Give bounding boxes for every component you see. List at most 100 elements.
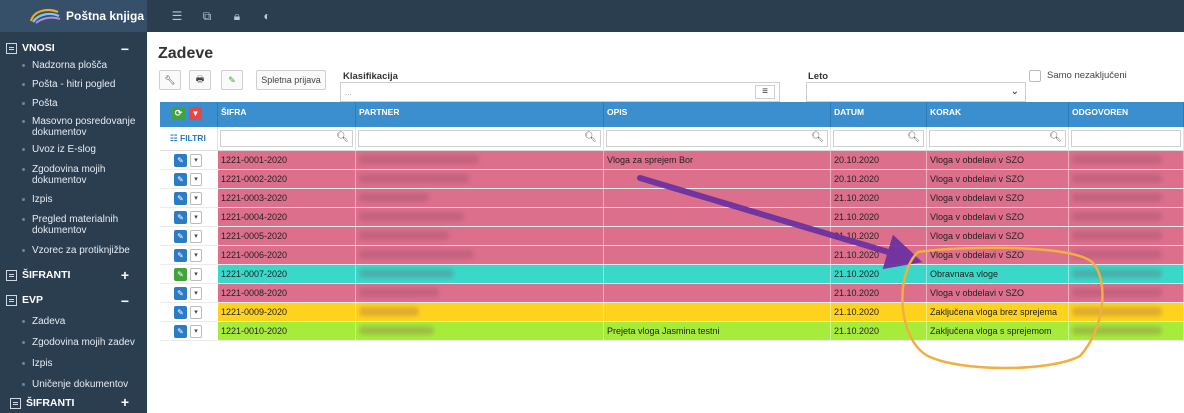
- table-row[interactable]: ✎ ▾ 1221-0005-2020 21.10.2020 Vloga v obdela…: [160, 227, 1184, 246]
- lock-icon[interactable]: 🔒︎: [230, 9, 244, 24]
- cell-odgovoren: [1069, 227, 1184, 245]
- web-login-button[interactable]: Spletna prijava: [256, 70, 326, 90]
- edit-button[interactable]: ✎: [221, 70, 243, 90]
- sidebar-item-izpis[interactable]: Izpis: [0, 191, 147, 208]
- column-header-datum[interactable]: DATUM: [831, 102, 927, 127]
- row-dropdown-button[interactable]: ▾: [190, 267, 202, 281]
- filters-toggle[interactable]: ☷ FILTRI: [160, 127, 218, 150]
- redacted-odgovoren: [1072, 231, 1162, 240]
- sidebar-item-zadeva[interactable]: Zadeva: [0, 311, 147, 332]
- edit-row-button[interactable]: ✎: [174, 324, 187, 338]
- klasifikacija-field[interactable]: ... ≡: [340, 82, 780, 102]
- search-icon[interactable]: 🔍︎: [907, 132, 920, 143]
- column-header-korak[interactable]: KORAK: [927, 102, 1069, 127]
- search-icon[interactable]: 🔍︎: [336, 132, 349, 143]
- sidebar-section-vnosi[interactable]: VNOSI −: [0, 37, 147, 59]
- filter-input-partner[interactable]: 🔍︎: [358, 130, 601, 147]
- search-icon[interactable]: 🔍︎: [584, 132, 597, 143]
- table-row[interactable]: ✎ ▾ 1221-0001-2020 Vloga za sprejem Bor 20.1…: [160, 151, 1184, 170]
- table-row[interactable]: ✎ ▾ 1221-0009-2020 21.10.2020 Zaključena vlo…: [160, 303, 1184, 322]
- sidebar-item-nadzorna-plosca[interactable]: Nadzorna plošča: [0, 59, 147, 78]
- samo-nezakljuceni-checkbox[interactable]: [1029, 70, 1041, 82]
- search-icon[interactable]: 🔍︎: [811, 132, 824, 143]
- sidebar-item-pregled-materialnih[interactable]: Pregled materialnih dokumentov: [0, 208, 147, 239]
- table-row[interactable]: ✎ ▾ 1221-0008-2020 21.10.2020 Vloga v obdela…: [160, 284, 1184, 303]
- row-actions: ✎ ▾: [160, 227, 218, 245]
- column-header-odgovoren[interactable]: ODGOVOREN: [1069, 102, 1184, 127]
- collapse-icon[interactable]: −: [121, 41, 129, 57]
- table-row[interactable]: ✎ ▾ 1221-0007-2020 21.10.2020 Obravnava vlog…: [160, 265, 1184, 284]
- collapse-icon[interactable]: −: [121, 293, 129, 309]
- edit-row-button[interactable]: ✎: [174, 286, 187, 300]
- sidebar-item-evp-izpis[interactable]: Izpis: [0, 353, 147, 374]
- table-row[interactable]: ✎ ▾ 1221-0006-2020 21.10.2020 Vloga v obdela…: [160, 246, 1184, 265]
- filter-input-opis[interactable]: 🔍︎: [606, 130, 828, 147]
- sidebar-item-posta-hitri-pogled[interactable]: Pošta - hitri pogled: [0, 78, 147, 97]
- filter-icon[interactable]: ▼: [189, 107, 202, 120]
- sidebar-section-sifranti-2[interactable]: ŠIFRANTI +: [0, 393, 147, 413]
- row-dropdown-button[interactable]: ▾: [190, 324, 202, 338]
- cell-odgovoren: [1069, 170, 1184, 188]
- filter-input-korak[interactable]: 🔍︎: [929, 130, 1066, 147]
- row-actions: ✎ ▾: [160, 151, 218, 169]
- sidebar-item-vzorec-protiknjizbe[interactable]: Vzorec za protiknjižbe: [0, 239, 147, 258]
- leto-select[interactable]: ⌄: [806, 82, 1026, 102]
- search-icon[interactable]: 🔍︎: [1049, 132, 1062, 143]
- section-label: ŠIFRANTI: [26, 397, 75, 409]
- edit-row-button[interactable]: ✎: [174, 248, 187, 262]
- edit-row-button[interactable]: ✎: [174, 210, 187, 224]
- bullet-icon: [22, 362, 25, 365]
- sidebar-section-sifranti[interactable]: ŠIFRANTI +: [0, 261, 147, 289]
- redacted-odgovoren: [1072, 288, 1162, 297]
- table-row[interactable]: ✎ ▾ 1221-0004-2020 21.10.2020 Vloga v obdela…: [160, 208, 1184, 227]
- tools-button[interactable]: 🔧︎: [159, 70, 181, 90]
- external-link-icon[interactable]: ⧉: [200, 9, 214, 24]
- edit-row-button[interactable]: ✎: [174, 305, 187, 319]
- edit-row-button[interactable]: ✎: [174, 267, 187, 281]
- edit-row-button[interactable]: ✎: [174, 229, 187, 243]
- column-header-sifra[interactable]: ŠIFRA: [218, 102, 356, 127]
- expand-icon[interactable]: +: [121, 394, 129, 410]
- row-dropdown-button[interactable]: ▾: [190, 172, 202, 186]
- filter-input-datum[interactable]: 🔍︎: [833, 130, 924, 147]
- print-button[interactable]: 🖶︎: [189, 70, 211, 90]
- sidebar-section-evp[interactable]: EVP −: [0, 289, 147, 311]
- brand[interactable]: Poštna knjiga: [0, 0, 147, 32]
- sidebar-item-posta[interactable]: Pošta: [0, 97, 147, 112]
- edit-row-button[interactable]: ✎: [174, 172, 187, 186]
- app-title: Poštna knjiga: [66, 9, 145, 23]
- cell-opis: Vloga za sprejem Bor: [604, 151, 831, 169]
- row-dropdown-button[interactable]: ▾: [190, 286, 202, 300]
- table-row[interactable]: ✎ ▾ 1221-0003-2020 21.10.2020 Vloga v obdela…: [160, 189, 1184, 208]
- cell-datum: 21.10.2020: [831, 265, 927, 283]
- bullet-icon: [22, 218, 25, 221]
- expand-icon[interactable]: +: [121, 267, 129, 283]
- row-dropdown-button[interactable]: ▾: [190, 210, 202, 224]
- row-dropdown-button[interactable]: ▾: [190, 248, 202, 262]
- sidebar-item-uvoz-eslog[interactable]: Uvoz iz E-slog: [0, 144, 147, 159]
- table-row[interactable]: ✎ ▾ 1221-0010-2020 Prejeta vloga Jasmina te…: [160, 322, 1184, 341]
- redacted-odgovoren: [1072, 174, 1162, 183]
- row-dropdown-button[interactable]: ▾: [190, 229, 202, 243]
- contrast-icon[interactable]: ◐: [260, 9, 274, 23]
- edit-row-button[interactable]: ✎: [174, 153, 187, 167]
- row-dropdown-button[interactable]: ▾: [190, 191, 202, 205]
- cell-korak: Zaključena vloga s sprejemom: [927, 322, 1069, 340]
- list-select-icon[interactable]: ≡: [755, 85, 775, 99]
- redacted-partner: [359, 174, 469, 183]
- row-dropdown-button[interactable]: ▾: [190, 153, 202, 167]
- table-row[interactable]: ✎ ▾ 1221-0002-2020 20.10.2020 Vloga v obdela…: [160, 170, 1184, 189]
- column-header-opis[interactable]: OPIS: [604, 102, 831, 127]
- sidebar-item-zgodovina-zadev[interactable]: Zgodovina mojih zadev: [0, 332, 147, 353]
- filter-input-sifra[interactable]: 🔍︎: [220, 130, 353, 147]
- filter-input-odgovoren[interactable]: [1071, 130, 1181, 147]
- sidebar-item-masovno-posredovanje[interactable]: Masovno posredovanje dokumentov: [0, 112, 147, 144]
- sidebar-item-zgodovina-dokumentov[interactable]: Zgodovina mojih dokumentov: [0, 159, 147, 191]
- row-dropdown-button[interactable]: ▾: [190, 305, 202, 319]
- sidebar-item-unicenje[interactable]: Uničenje dokumentov: [0, 374, 147, 393]
- list-icon[interactable]: ☰: [170, 9, 184, 23]
- column-header-partner[interactable]: PARTNER: [356, 102, 604, 127]
- edit-row-button[interactable]: ✎: [174, 191, 187, 205]
- refresh-icon[interactable]: ⟳: [172, 107, 185, 120]
- redacted-partner: [359, 269, 454, 278]
